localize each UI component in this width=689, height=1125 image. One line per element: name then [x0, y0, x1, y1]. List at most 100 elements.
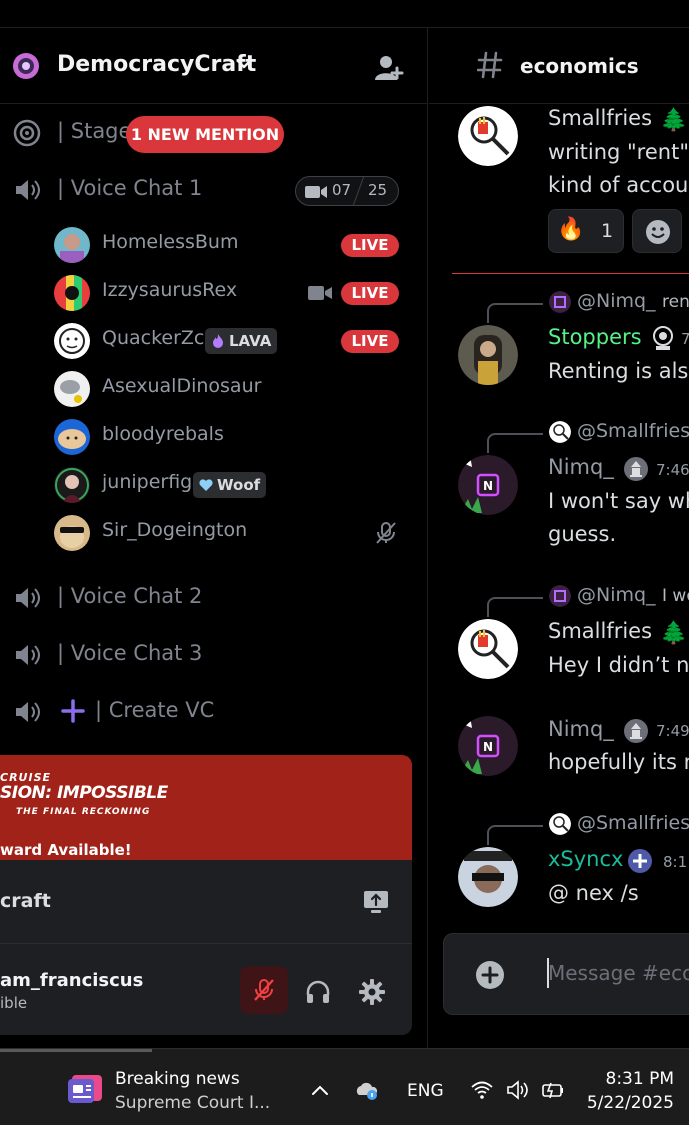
avatar[interactable]: [458, 619, 518, 679]
message-text: Hey I didn’t na: [548, 653, 689, 677]
reaction-fire[interactable]: 🔥 1: [548, 209, 624, 253]
voice-connection-panel: craft: [0, 860, 412, 944]
user-panel: am_franciscus ible: [0, 944, 412, 1035]
channel-voice-chat-2[interactable]: | Voice Chat 2: [0, 575, 427, 621]
news-widget-icon[interactable]: [66, 1071, 106, 1107]
news-headline[interactable]: Breaking news: [115, 1069, 240, 1089]
member-name: bloodyrebals: [102, 423, 224, 445]
timestamp: 7:46: [656, 461, 689, 479]
channel-name: | Voice Chat 2: [57, 584, 203, 608]
live-badge[interactable]: LIVE: [341, 282, 399, 305]
member-name: juniperfig: [102, 471, 193, 493]
invite-people-icon[interactable]: [373, 52, 405, 84]
news-subheadline[interactable]: Supreme Court I...: [115, 1093, 270, 1113]
avatar: [54, 467, 90, 503]
promo-banner[interactable]: CRUISE SION: IMPOSSIBLE THE FINAL RECKON…: [0, 755, 412, 860]
mic-muted-icon: [254, 979, 274, 1001]
avatar[interactable]: [458, 325, 518, 385]
chevron-down-icon[interactable]: [234, 54, 254, 74]
language-indicator[interactable]: ENG: [407, 1081, 444, 1101]
voice-member[interactable]: HomelessBum LIVE: [0, 221, 427, 269]
reply-text: ren: [662, 292, 689, 312]
onedrive-cloud-icon[interactable]: [355, 1079, 379, 1101]
channel-name: | Create VC: [95, 698, 215, 722]
message-text: writing "rent": [548, 140, 689, 164]
avatar: [54, 371, 90, 407]
server-name[interactable]: DemocracyCraft: [57, 52, 256, 77]
voice-member[interactable]: bloodyrebals: [0, 413, 427, 461]
message-author[interactable]: Stoppers: [548, 325, 642, 349]
member-name: Sir_Dogeington: [102, 519, 248, 541]
message-author[interactable]: Nimq_: [548, 717, 614, 741]
voice-user-count: 07 25: [295, 176, 399, 206]
user-limit: 25: [368, 181, 388, 199]
stage-icon: [13, 119, 41, 147]
promo-line-2: SION: IMPOSSIBLE: [0, 783, 168, 803]
avatar[interactable]: [458, 106, 518, 166]
avatar[interactable]: [458, 847, 518, 907]
svg-text:N: N: [483, 479, 493, 493]
live-badge[interactable]: LIVE: [341, 234, 399, 257]
message-text: @ nex /s: [548, 881, 639, 905]
voice-member[interactable]: QuackerZc LAVA LIVE: [0, 317, 427, 365]
horizontal-scrollbar[interactable]: [0, 1049, 152, 1052]
channel-voice-chat-3[interactable]: | Voice Chat 3: [0, 632, 427, 678]
reply-author: @Smallfries: [577, 420, 689, 442]
avatar[interactable]: N: [458, 455, 518, 515]
wifi-icon[interactable]: [470, 1079, 494, 1101]
message-input[interactable]: Message #eco: [548, 961, 689, 985]
smiley-icon: [646, 220, 670, 244]
server-header[interactable]: DemocracyCraft: [0, 28, 427, 104]
speaker-icon: [16, 645, 40, 665]
mute-button[interactable]: [240, 966, 288, 1014]
channel-title: economics: [520, 54, 639, 78]
server-icon: [13, 53, 39, 79]
reply-avatar: [549, 291, 571, 313]
reaction-count: 1: [601, 220, 614, 242]
avatar[interactable]: N: [458, 716, 518, 776]
promo-line-3: THE FINAL RECKONING: [16, 807, 151, 817]
volume-icon[interactable]: [506, 1079, 530, 1101]
screen-share-icon[interactable]: [362, 888, 390, 916]
message-author[interactable]: Nimq_: [548, 455, 614, 479]
settings-gear-icon[interactable]: [358, 978, 386, 1006]
add-reaction-button[interactable]: [632, 209, 682, 253]
clock-time[interactable]: 8:31 PM: [590, 1069, 675, 1089]
reply-text: I wo: [662, 586, 689, 606]
speaker-icon: [16, 588, 40, 608]
voice-server-name[interactable]: craft: [0, 890, 51, 912]
username[interactable]: am_franciscus: [0, 970, 143, 991]
channel-sidebar: DemocracyCraft | Stage 1 NEW MENTION | V…: [0, 28, 428, 1048]
message-composer[interactable]: Message #eco: [443, 933, 689, 1015]
message-author[interactable]: xSyncx: [548, 847, 623, 871]
reply-avatar: [549, 813, 571, 835]
reply-avatar: [549, 421, 571, 443]
fire-emoji-icon: 🔥: [557, 217, 585, 242]
voice-member[interactable]: Sir_Dogeington: [0, 509, 427, 557]
mic-muted-icon: [376, 522, 396, 544]
message-text: kind of accoun: [548, 173, 689, 197]
message-author[interactable]: Smallfries: [548, 619, 652, 643]
channel-create-vc[interactable]: | Create VC: [0, 689, 427, 735]
add-attachment-icon[interactable]: [475, 960, 505, 990]
voice-member[interactable]: juniperfig Woof: [0, 461, 427, 509]
new-mention-pill[interactable]: 1 NEW MENTION: [126, 116, 284, 153]
channel-name: | Stage: [57, 119, 132, 143]
video-camera-icon: [305, 186, 327, 198]
reply-avatar: [549, 585, 571, 607]
chevron-up-icon[interactable]: [308, 1079, 332, 1101]
clock-date[interactable]: 5/22/2025: [560, 1093, 674, 1113]
message-author[interactable]: Smallfries: [548, 106, 652, 130]
headset-icon[interactable]: [304, 978, 332, 1006]
message-text: hopefully its n: [548, 750, 689, 774]
avatar: [54, 419, 90, 455]
video-camera-icon: [308, 286, 332, 300]
voice-member[interactable]: AsexualDinosaur: [0, 365, 427, 413]
promo-reward-text: ward Available!: [0, 841, 132, 859]
live-badge[interactable]: LIVE: [341, 330, 399, 353]
heart-icon: [199, 479, 213, 491]
tree-emoji-icon: 🌲: [660, 621, 688, 646]
message-text: Renting is also: [548, 359, 689, 383]
voice-member[interactable]: IzzysaurusRex LIVE: [0, 269, 427, 317]
speaker-icon: [16, 180, 40, 200]
